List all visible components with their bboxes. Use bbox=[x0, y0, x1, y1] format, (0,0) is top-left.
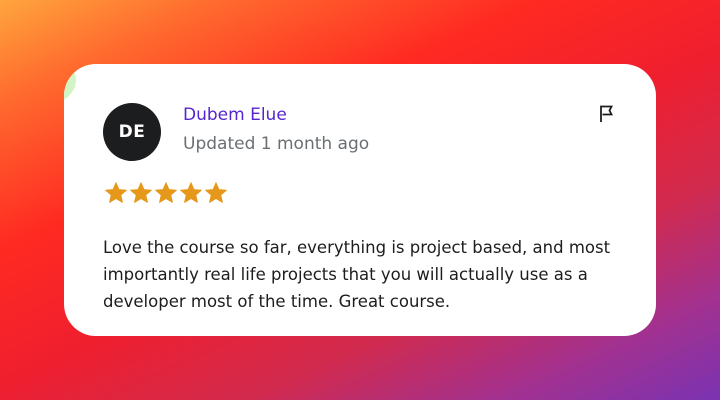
star-icon bbox=[105, 182, 127, 203]
review-card: DE Dubem Elue Updated 1 month ago Love t… bbox=[64, 64, 656, 336]
star-icon bbox=[180, 182, 202, 203]
star-icon bbox=[205, 182, 227, 203]
review-timestamp: Updated 1 month ago bbox=[183, 134, 370, 154]
report-button[interactable] bbox=[595, 102, 619, 126]
star-icon bbox=[155, 182, 177, 203]
flag-icon bbox=[600, 105, 613, 122]
avatar: DE bbox=[103, 103, 161, 161]
star-rating bbox=[104, 181, 228, 205]
star-icon bbox=[130, 182, 152, 203]
review-text: Love the course so far, everything is pr… bbox=[103, 238, 611, 311]
decorative-blob bbox=[64, 64, 76, 104]
reviewer-name: Dubem Elue bbox=[183, 105, 287, 125]
avatar-initials: DE bbox=[118, 122, 146, 142]
